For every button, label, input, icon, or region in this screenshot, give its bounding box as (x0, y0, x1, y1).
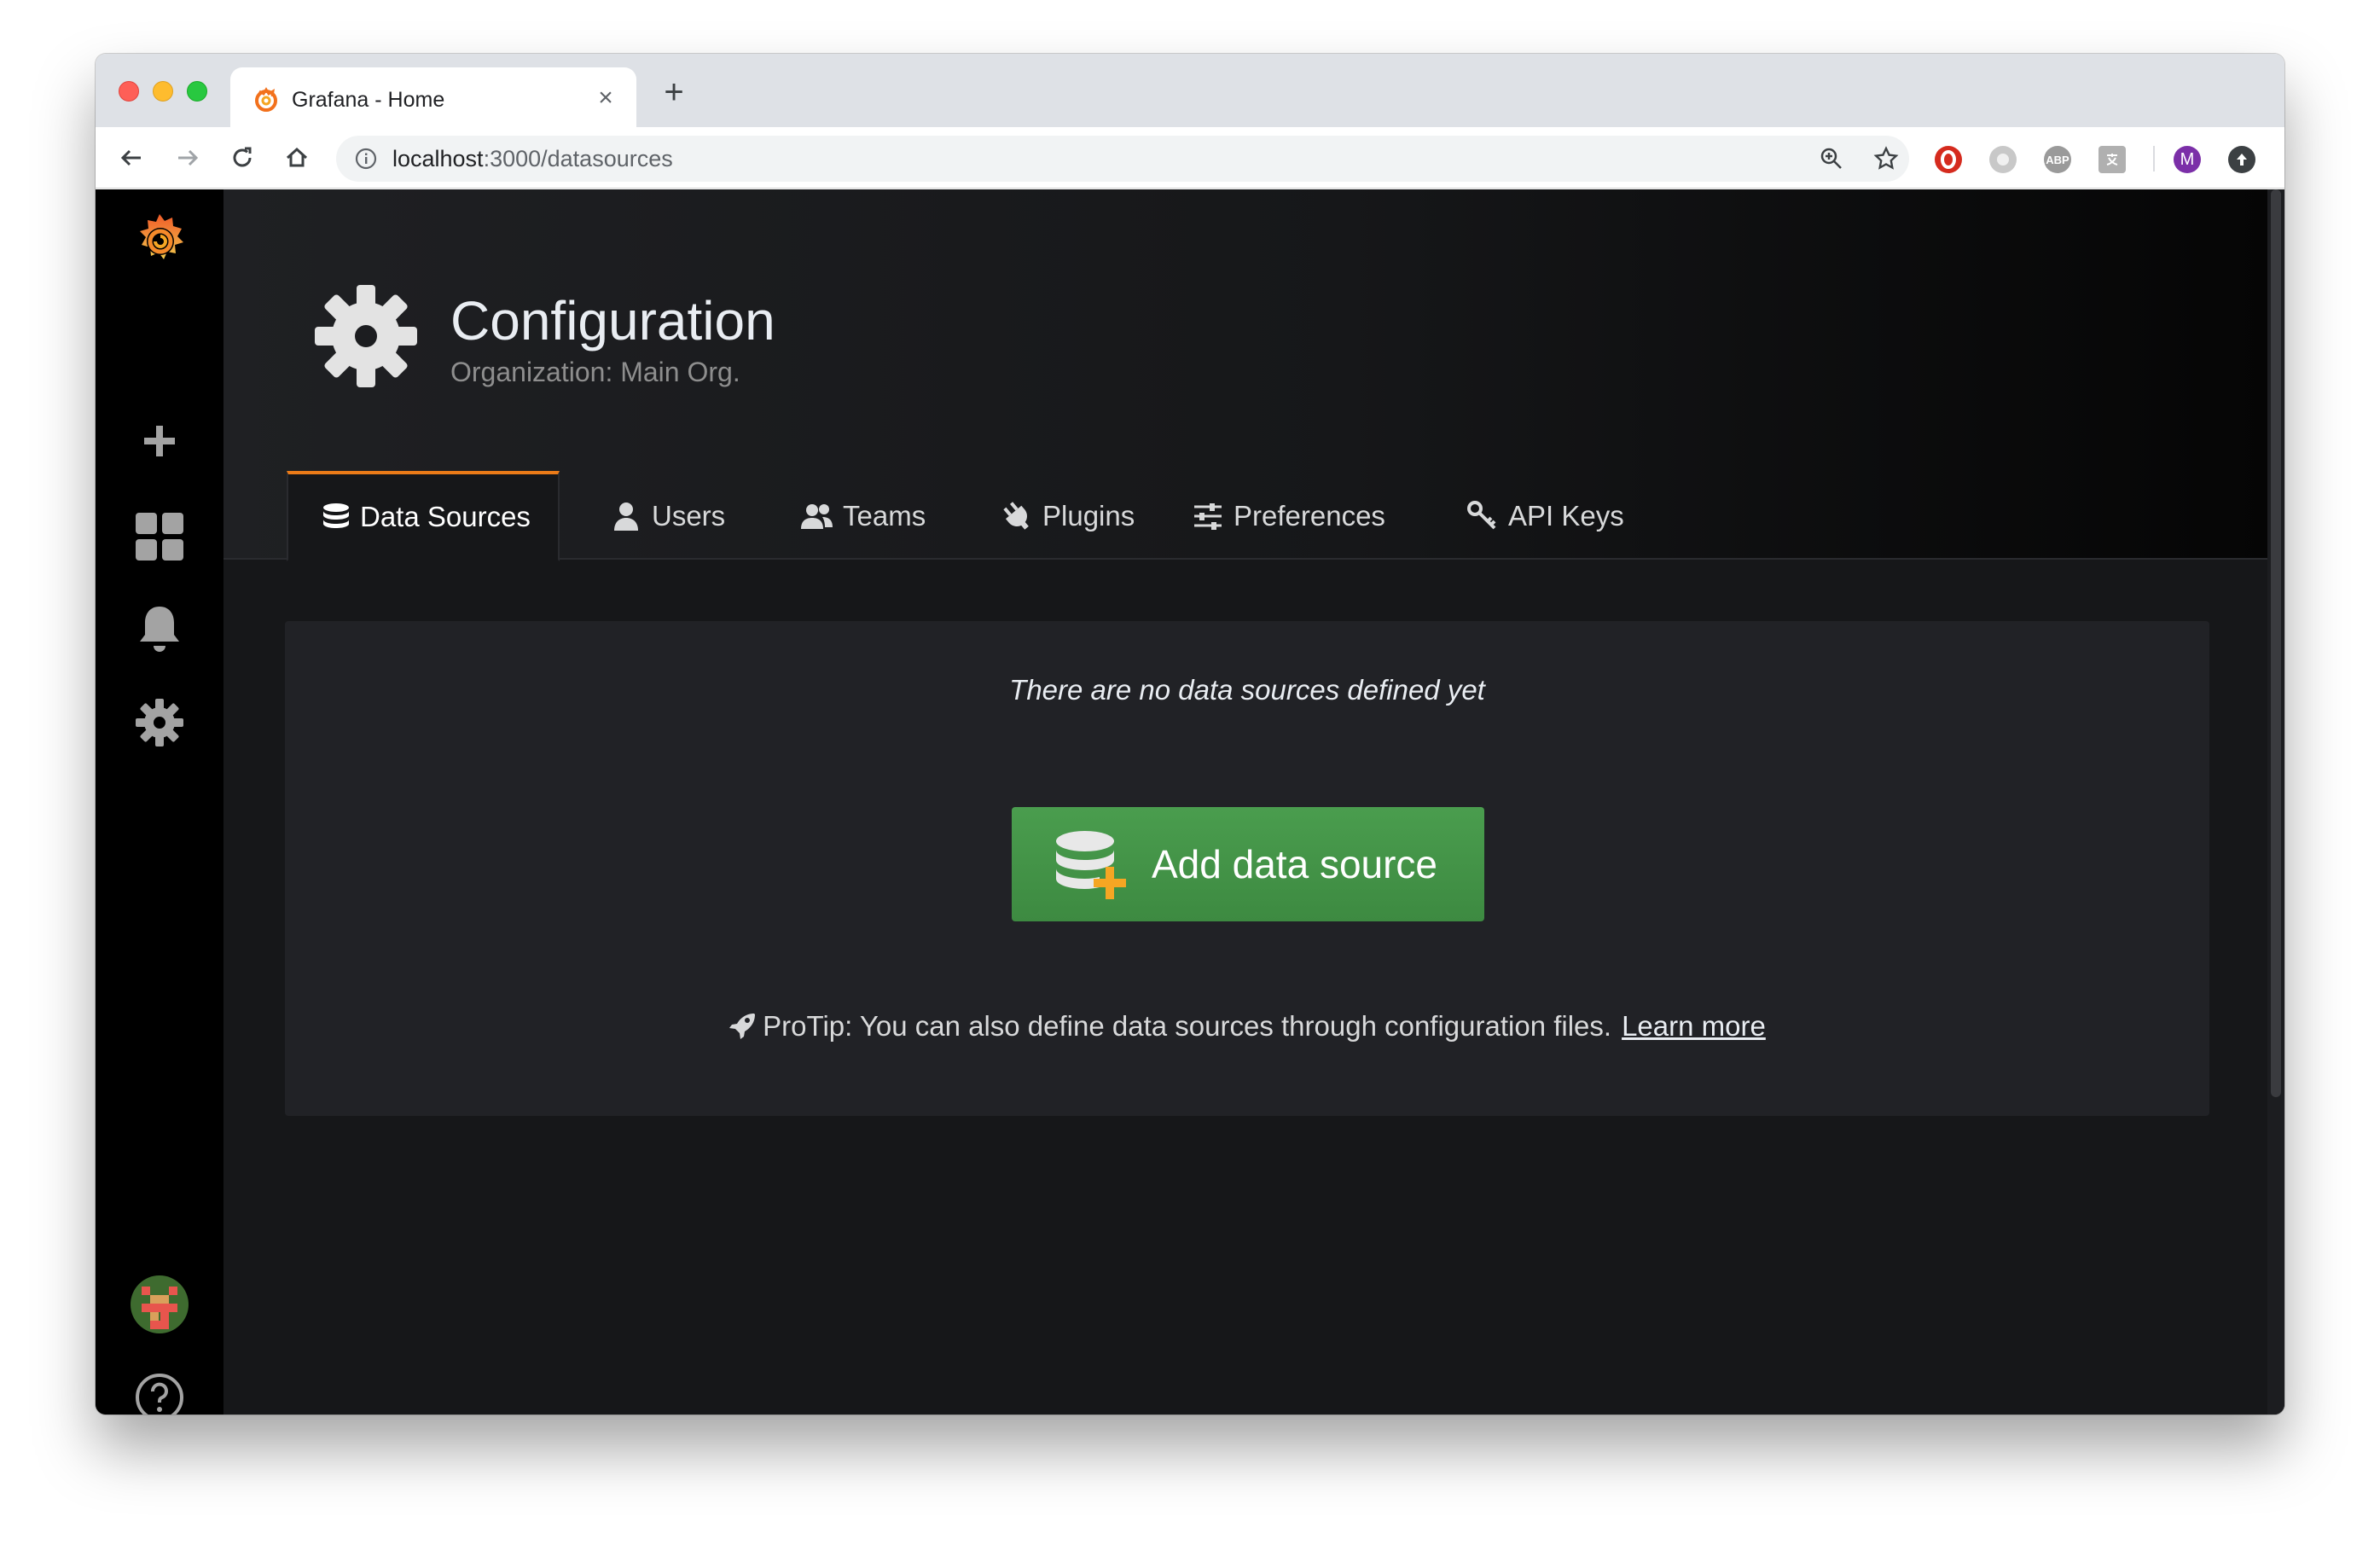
browser-window: Grafana - Home × + localhost:3000/dataso… (96, 54, 2284, 1414)
database-add-icon (1056, 831, 1126, 899)
tab-label: Users (652, 500, 726, 532)
database-icon (321, 500, 351, 534)
tab-label: Teams (843, 500, 926, 532)
tab-users[interactable]: Users (609, 471, 725, 561)
scrollbar[interactable] (2267, 189, 2284, 1414)
bookmark-star-icon[interactable] (1873, 146, 1899, 171)
dashboards-icon[interactable] (117, 507, 202, 566)
maximize-window-button[interactable] (187, 81, 207, 102)
configuration-gear-icon[interactable] (117, 693, 202, 752)
page-title: Configuration (450, 290, 775, 351)
empty-state-message: There are no data sources defined yet (1009, 674, 1485, 706)
empty-state-panel: There are no data sources defined yet Ad… (285, 621, 2209, 1116)
address-bar[interactable]: localhost:3000/datasources (336, 136, 1909, 182)
key-icon (1466, 499, 1500, 533)
zoom-icon[interactable] (1819, 146, 1844, 171)
plug-icon (1000, 499, 1034, 533)
alerting-bell-icon[interactable] (117, 599, 202, 659)
info-icon[interactable] (355, 148, 377, 170)
tab-label: API Keys (1508, 500, 1624, 532)
profile-avatar[interactable]: M (2174, 146, 2201, 173)
browser-tab[interactable]: Grafana - Home × (230, 67, 636, 129)
tab-strip: Grafana - Home × + (96, 54, 2284, 129)
side-menu (96, 189, 223, 1414)
url-path: :3000/datasources (483, 146, 673, 171)
tab-label: Plugins (1042, 500, 1135, 532)
tab-label: Preferences (1234, 500, 1385, 532)
browser-toolbar: localhost:3000/datasources ABP M (96, 127, 2284, 189)
user-avatar[interactable] (117, 1270, 202, 1339)
protip-text: ProTip: You can also define data sources… (763, 1010, 1612, 1042)
url-text[interactable]: localhost:3000/datasources (392, 146, 673, 171)
grafana-favicon-icon (255, 87, 277, 112)
back-icon[interactable] (114, 141, 148, 175)
page-header: Configuration Organization: Main Org. Da… (223, 189, 2267, 561)
users-icon (800, 499, 834, 533)
close-tab-icon[interactable]: × (592, 84, 619, 112)
opera-extension-icon[interactable] (1935, 146, 1962, 173)
tab-label: Data Sources (360, 501, 531, 532)
rocket-icon (729, 1014, 756, 1039)
sliders-icon (1191, 499, 1225, 533)
main-content: Configuration Organization: Main Org. Da… (223, 189, 2284, 1414)
minimize-window-button[interactable] (153, 81, 173, 102)
tab-plugins[interactable]: Plugins (1000, 471, 1135, 561)
learn-more-link[interactable]: Learn more (1622, 1010, 1766, 1042)
translate-extension-icon[interactable] (2098, 146, 2126, 173)
adblock-extension-icon[interactable]: ABP (2044, 146, 2071, 173)
tab-api-keys[interactable]: API Keys (1466, 471, 1624, 561)
grafana-logo-icon[interactable] (117, 206, 202, 275)
grafana-app: Configuration Organization: Main Org. Da… (96, 189, 2284, 1414)
add-data-source-button[interactable]: Add data source (1012, 807, 1484, 921)
tab-data-sources[interactable]: Data Sources (287, 471, 560, 561)
forward-icon[interactable] (171, 141, 205, 175)
protip: ProTip: You can also define data sources… (285, 1010, 2209, 1043)
tab-title: Grafana - Home (292, 88, 445, 112)
close-window-button[interactable] (119, 81, 139, 102)
create-plus-icon[interactable] (117, 411, 202, 471)
update-icon[interactable] (2228, 146, 2255, 173)
configuration-header-gear-icon (315, 285, 417, 387)
url-host: localhost (392, 146, 484, 171)
toolbar-separator (2153, 146, 2155, 171)
user-icon (609, 499, 643, 533)
new-tab-button[interactable]: + (659, 75, 689, 109)
reload-icon[interactable] (225, 141, 259, 175)
tab-teams[interactable]: Teams (800, 471, 926, 561)
add-data-source-label: Add data source (1152, 842, 1438, 886)
scrollbar-thumb[interactable] (2271, 189, 2281, 1097)
tab-preferences[interactable]: Preferences (1191, 471, 1385, 561)
home-icon[interactable] (280, 141, 314, 175)
page-subtitle: Organization: Main Org. (450, 357, 740, 387)
help-icon[interactable] (117, 1363, 202, 1414)
circle-extension-icon[interactable] (1989, 146, 2017, 173)
